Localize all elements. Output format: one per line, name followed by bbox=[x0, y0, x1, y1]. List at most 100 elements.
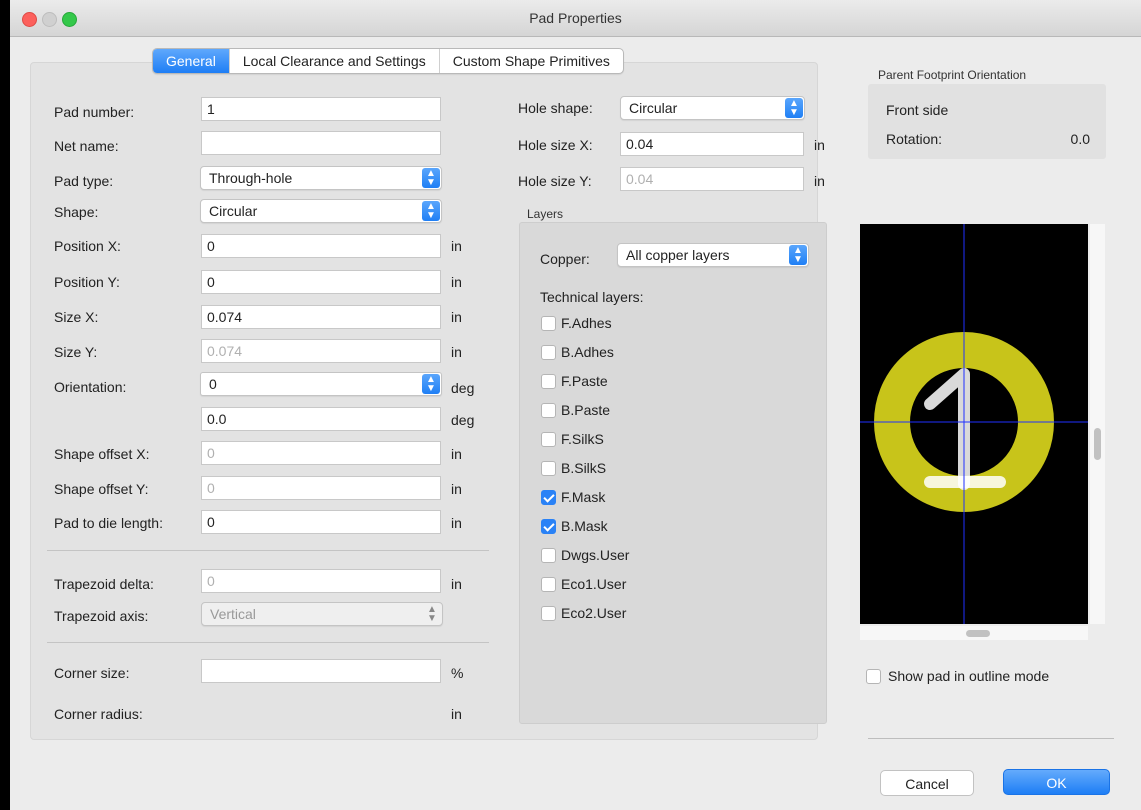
hole-shape-value: Circular bbox=[629, 100, 678, 116]
outline-mode-checkbox[interactable] bbox=[866, 669, 881, 684]
hole-size-x-field[interactable]: 0.04 bbox=[620, 132, 804, 156]
scroll-thumb[interactable] bbox=[966, 630, 990, 637]
hole-size-y-field: 0.04 bbox=[620, 167, 804, 191]
orientation-unit: deg bbox=[451, 380, 475, 396]
side-text: Front side bbox=[886, 102, 949, 118]
tab-general[interactable]: General bbox=[153, 49, 229, 73]
pad-type-label: Pad type: bbox=[54, 173, 114, 189]
layer-label: B.Mask bbox=[561, 518, 608, 534]
position-y-unit: in bbox=[451, 274, 462, 290]
chevron-updown-icon: ▲ ▼ bbox=[422, 201, 440, 221]
layer-label: B.SilkS bbox=[561, 460, 607, 476]
corner-size-field[interactable] bbox=[201, 659, 441, 683]
pad-number-field[interactable]: 1 bbox=[201, 97, 441, 121]
pad-number-label: Pad number: bbox=[54, 104, 135, 120]
pad-to-die-label: Pad to die length: bbox=[54, 515, 163, 531]
trapezoid-delta-unit: in bbox=[451, 576, 462, 592]
pad-number-glyph bbox=[924, 368, 970, 490]
chevron-updown-icon: ▲ ▼ bbox=[422, 168, 440, 188]
layer-label: B.Adhes bbox=[561, 344, 614, 360]
hole-size-x-label: Hole size X: bbox=[518, 137, 593, 153]
shape-offset-x-label: Shape offset X: bbox=[54, 446, 150, 462]
net-name-field[interactable] bbox=[201, 131, 441, 155]
corner-size-label: Corner size: bbox=[54, 665, 130, 681]
title-bar: Pad Properties bbox=[10, 0, 1141, 37]
trapezoid-axis-value: Vertical bbox=[210, 606, 256, 622]
layer-checkbox-b-mask[interactable] bbox=[541, 519, 556, 534]
orientation-custom-unit: deg bbox=[451, 412, 475, 428]
layer-checkbox-f-adhes[interactable] bbox=[541, 316, 556, 331]
preview-horizontal-scrollbar[interactable] bbox=[860, 626, 1088, 640]
chevron-updown-icon: ▲ ▼ bbox=[427, 604, 437, 624]
layer-label: B.Paste bbox=[561, 402, 611, 418]
trapezoid-axis-select: Vertical ▲ ▼ bbox=[201, 602, 443, 626]
position-y-field[interactable]: 0 bbox=[201, 270, 441, 294]
layer-label: F.Mask bbox=[561, 489, 606, 505]
net-name-label: Net name: bbox=[54, 138, 119, 154]
trapezoid-delta-label: Trapezoid delta: bbox=[54, 576, 154, 592]
chevron-updown-icon: ▲ ▼ bbox=[785, 98, 803, 118]
trapezoid-delta-field: 0 bbox=[201, 569, 441, 593]
shape-offset-y-field: 0 bbox=[201, 476, 441, 500]
layer-checkbox-dwgs-user[interactable] bbox=[541, 548, 556, 563]
separator bbox=[47, 550, 489, 551]
shape-offset-y-unit: in bbox=[451, 481, 462, 497]
separator bbox=[868, 738, 1114, 739]
corner-radius-unit: in bbox=[451, 706, 462, 722]
corner-size-unit: % bbox=[451, 665, 464, 681]
copper-select[interactable]: All copper layers ▲ ▼ bbox=[617, 243, 809, 267]
layer-checkbox-b-paste[interactable] bbox=[541, 403, 556, 418]
shape-select[interactable]: Circular ▲ ▼ bbox=[200, 199, 442, 223]
pad-properties-dialog: Pad Properties General Local Clearance a… bbox=[10, 0, 1141, 810]
copper-label: Copper: bbox=[540, 251, 590, 267]
window-title: Pad Properties bbox=[529, 10, 622, 26]
rotation-value: 0.0 bbox=[1070, 131, 1090, 147]
ok-button[interactable]: OK bbox=[1003, 769, 1110, 795]
shape-value: Circular bbox=[209, 203, 258, 219]
layer-checkbox-eco2-user[interactable] bbox=[541, 606, 556, 621]
layer-checkbox-eco1-user[interactable] bbox=[541, 577, 556, 592]
layer-checkbox-f-paste[interactable] bbox=[541, 374, 556, 389]
pad-to-die-unit: in bbox=[451, 515, 462, 531]
layers-title: Layers bbox=[527, 207, 564, 221]
layer-label: Dwgs.User bbox=[561, 547, 630, 563]
shape-offset-x-field: 0 bbox=[201, 441, 441, 465]
size-y-label: Size Y: bbox=[54, 344, 98, 360]
layer-checkbox-f-silks[interactable] bbox=[541, 432, 556, 447]
pad-type-value: Through-hole bbox=[209, 170, 293, 186]
layer-label: F.SilkS bbox=[561, 431, 604, 447]
copper-value: All copper layers bbox=[626, 247, 730, 263]
preview-vertical-scrollbar[interactable] bbox=[1090, 224, 1105, 624]
tab-custom-shape-primitives[interactable]: Custom Shape Primitives bbox=[438, 49, 623, 73]
scroll-thumb[interactable] bbox=[1094, 428, 1101, 460]
orientation-custom-field[interactable]: 0.0 bbox=[201, 407, 441, 431]
pad-type-select[interactable]: Through-hole ▲ ▼ bbox=[200, 166, 442, 190]
hole-size-x-unit: in bbox=[814, 137, 825, 153]
size-x-label: Size X: bbox=[54, 309, 99, 325]
hole-shape-label: Hole shape: bbox=[518, 100, 593, 116]
pad-preview-canvas[interactable] bbox=[860, 224, 1088, 624]
cancel-button[interactable]: Cancel bbox=[880, 770, 974, 796]
parent-orientation-box: Front side Rotation: 0.0 bbox=[868, 84, 1106, 159]
layer-checkbox-f-mask[interactable] bbox=[541, 490, 556, 505]
shape-label: Shape: bbox=[54, 204, 99, 220]
pad-preview-svg bbox=[860, 224, 1088, 624]
technical-layers-label: Technical layers: bbox=[540, 289, 644, 305]
size-x-field[interactable]: 0.074 bbox=[201, 305, 441, 329]
position-x-unit: in bbox=[451, 238, 462, 254]
position-y-label: Position Y: bbox=[54, 274, 120, 290]
position-x-field[interactable]: 0 bbox=[201, 234, 441, 258]
pad-to-die-field[interactable]: 0 bbox=[201, 510, 441, 534]
shape-offset-y-label: Shape offset Y: bbox=[54, 481, 149, 497]
hole-shape-select[interactable]: Circular ▲ ▼ bbox=[620, 96, 805, 120]
size-x-unit: in bbox=[451, 309, 462, 325]
layer-label: Eco2.User bbox=[561, 605, 627, 621]
outline-mode-label: Show pad in outline mode bbox=[888, 668, 1050, 684]
layer-checkbox-b-silks[interactable] bbox=[541, 461, 556, 476]
layer-checkbox-b-adhes[interactable] bbox=[541, 345, 556, 360]
shape-offset-x-unit: in bbox=[451, 446, 462, 462]
orientation-select[interactable]: 0 ▲ ▼ bbox=[200, 372, 442, 396]
orientation-value: 0 bbox=[209, 376, 217, 392]
tab-local-clearance[interactable]: Local Clearance and Settings bbox=[228, 49, 439, 73]
size-y-field: 0.074 bbox=[201, 339, 441, 363]
